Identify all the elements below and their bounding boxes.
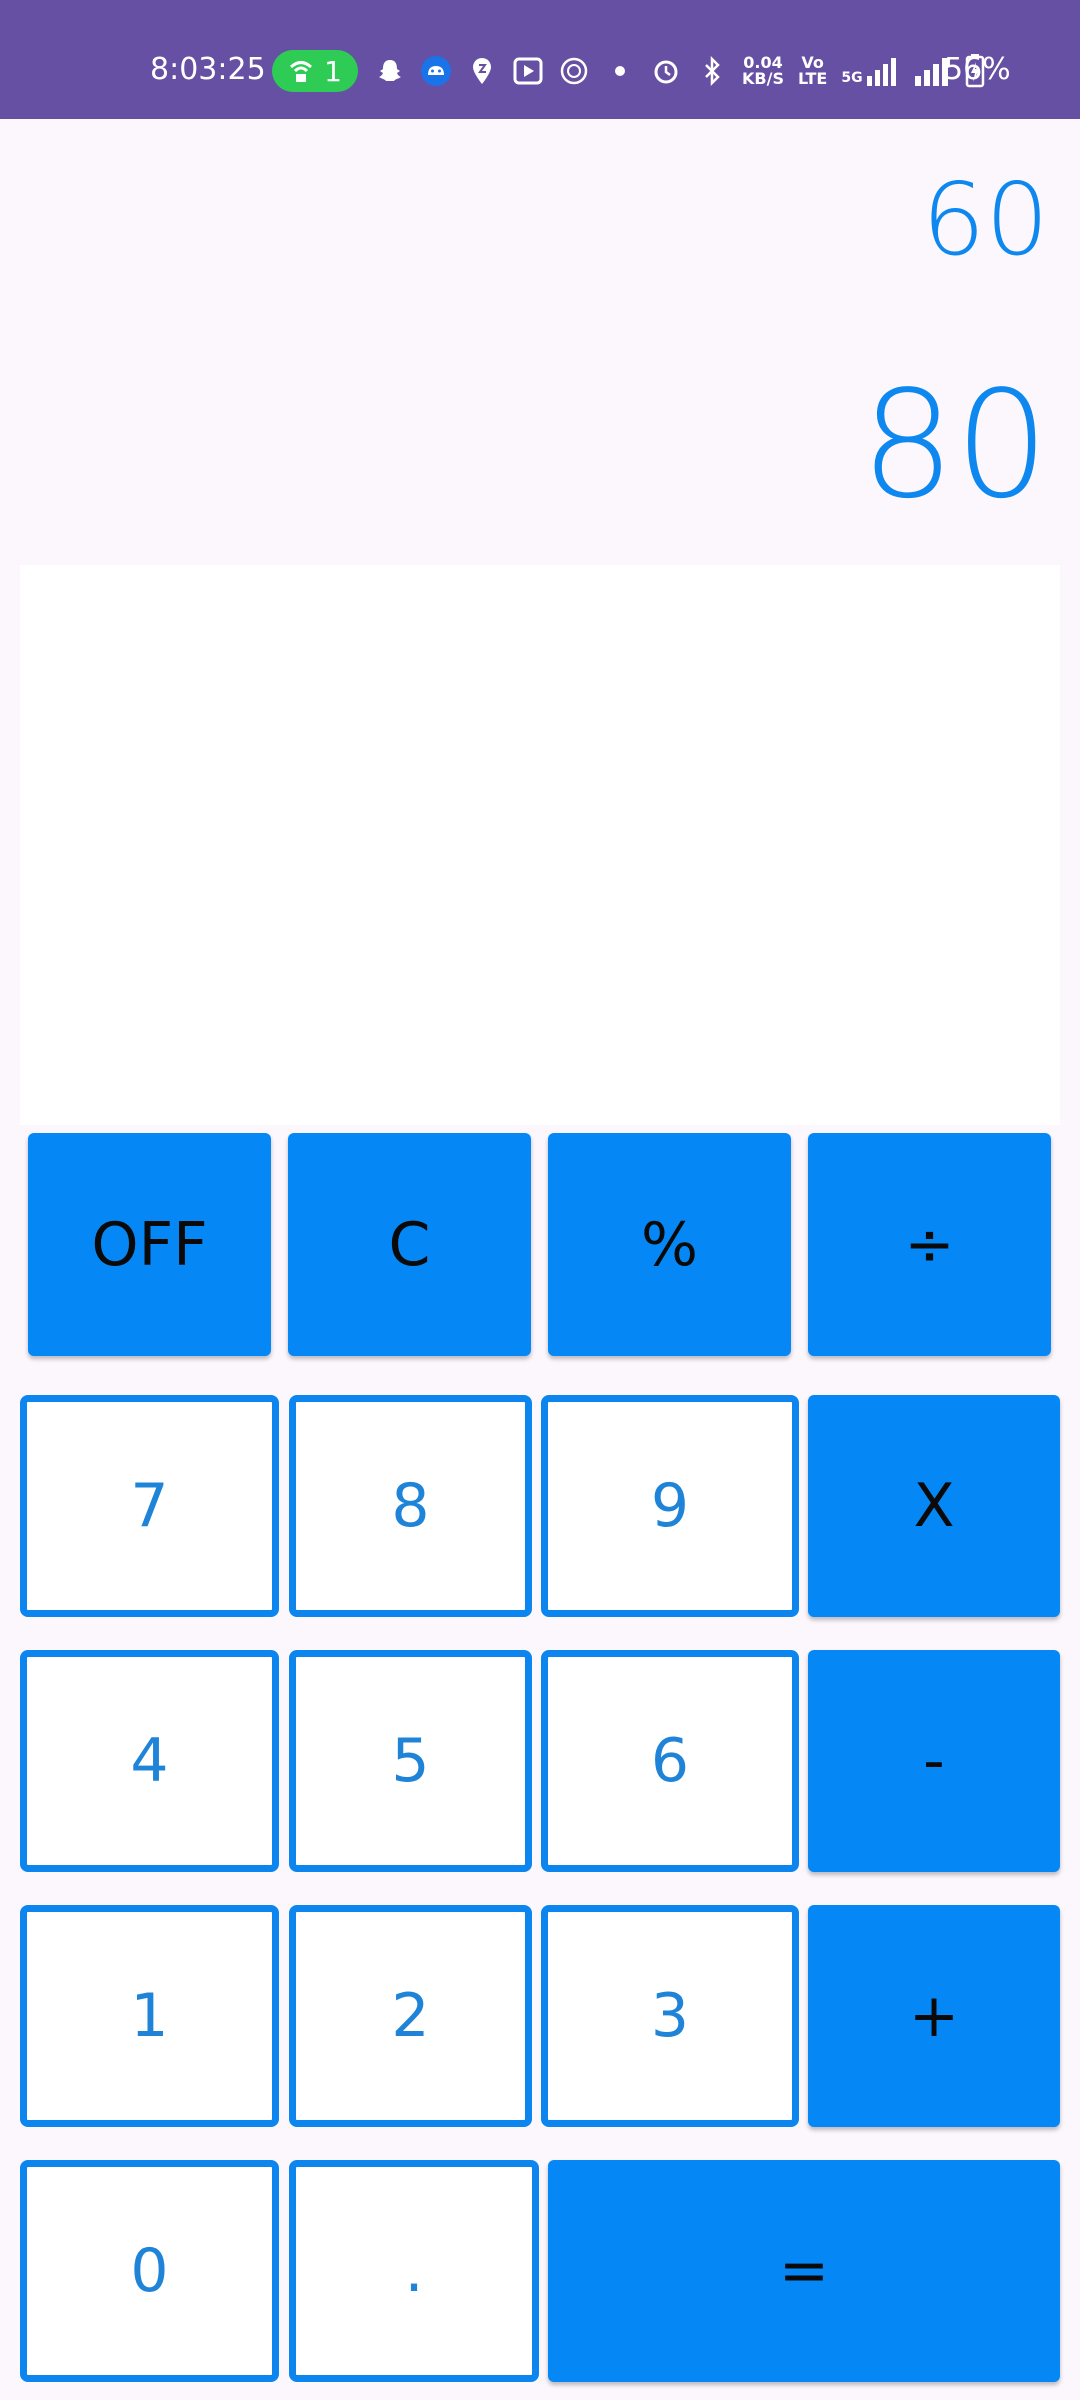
equals-button[interactable]: = <box>548 2160 1060 2382</box>
alarm-icon <box>654 60 678 84</box>
off-button[interactable]: OFF <box>28 1133 271 1356</box>
digit-8-button[interactable]: 8 <box>289 1395 532 1617</box>
plus-button[interactable]: + <box>808 1905 1060 2127</box>
digit-4-button[interactable]: 4 <box>20 1650 279 1872</box>
video-player-icon <box>513 57 543 85</box>
multiply-button[interactable]: X <box>808 1395 1060 1617</box>
status-time: 8:03:25 <box>150 52 266 87</box>
bluetooth-icon <box>705 55 720 87</box>
hotspot-icon <box>290 61 313 82</box>
snapchat-icon <box>379 60 401 81</box>
digit-0-button[interactable]: 0 <box>20 2160 279 2382</box>
status-bar: 8:03:25 1 0.04 KB/S Vo LTE 5G 56% <box>0 0 1080 119</box>
minus-button[interactable]: - <box>808 1650 1060 1872</box>
clear-button[interactable]: C <box>288 1133 531 1356</box>
android-icon <box>421 56 451 86</box>
digit-6-button[interactable]: 6 <box>541 1650 799 1872</box>
volte-indicator: Vo LTE <box>797 53 828 88</box>
digit-3-button[interactable]: 3 <box>541 1905 799 2127</box>
network-speed: 0.04 KB/S <box>742 53 784 88</box>
history-panel <box>20 565 1060 1125</box>
swiggy-icon <box>473 58 491 84</box>
previous-operand-display: 60 <box>921 161 1049 278</box>
percent-button[interactable]: % <box>548 1133 791 1356</box>
digit-7-button[interactable]: 7 <box>20 1395 279 1617</box>
digit-1-button[interactable]: 1 <box>20 1905 279 2127</box>
current-result-display: 80 <box>860 359 1049 531</box>
status-icons: 0.04 KB/S Vo LTE 5G <box>374 50 985 92</box>
hotspot-count: 1 <box>324 54 342 88</box>
decimal-point-button[interactable]: . <box>289 2160 539 2382</box>
coin-icon <box>560 57 588 85</box>
battery-percentage: 56% <box>944 52 1011 87</box>
digit-5-button[interactable]: 5 <box>289 1650 532 1872</box>
digit-9-button[interactable]: 9 <box>541 1395 799 1617</box>
signal-5g-icon: 5G <box>841 56 898 86</box>
divide-button[interactable]: ÷ <box>808 1133 1051 1356</box>
hotspot-badge: 1 <box>272 50 358 92</box>
digit-2-button[interactable]: 2 <box>289 1905 532 2127</box>
notification-dot-icon <box>615 66 625 76</box>
